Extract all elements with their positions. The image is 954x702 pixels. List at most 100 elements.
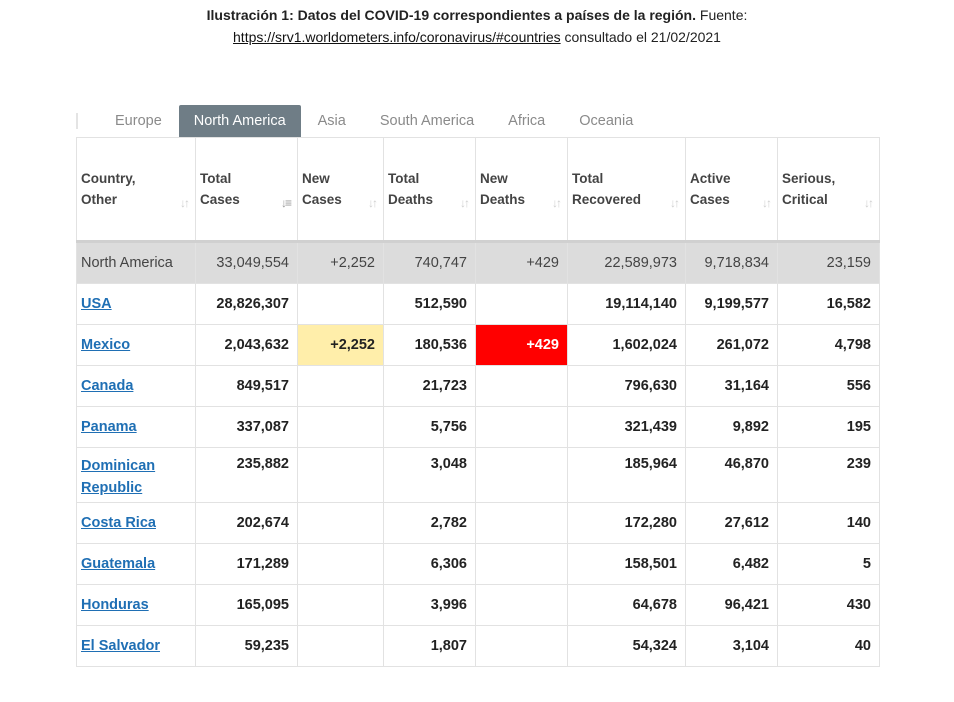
country-cell: Honduras (76, 584, 196, 626)
table-row: Costa Rica 202,674 2,782 172,280 27,612 … (76, 502, 880, 544)
country-cell: Costa Rica (76, 502, 196, 544)
region-tabs: Europe North America Asia South America … (76, 105, 650, 137)
country-link[interactable]: Mexico (81, 337, 130, 353)
country-link[interactable]: Dominican Republic (81, 458, 155, 496)
tab-africa[interactable]: Africa (491, 105, 562, 137)
col-total-cases[interactable]: Total Cases ↓≡ (195, 137, 298, 243)
caption-source-label: Fuente: (699, 7, 748, 23)
sort-arrows-icon[interactable]: ↓↑ (552, 193, 562, 214)
total-row: North America 33,049,554 +2,252 740,747 … (76, 241, 880, 284)
table-header-row: Country, Other ↓↑ Total Cases ↓≡ New Cases ↓↑ … (76, 137, 880, 243)
col-total-recovered[interactable]: Total Recovered ↓↑ (567, 137, 686, 243)
table-cell: 140 (777, 502, 880, 544)
sort-arrows-icon[interactable]: ↓↑ (180, 193, 190, 214)
sort-arrows-icon[interactable]: ↓↑ (864, 193, 874, 214)
col-serious-critical[interactable]: Serious, Critical ↓↑ (777, 137, 880, 243)
table-cell: 202,674 (195, 502, 298, 544)
col-country[interactable]: Country, Other ↓↑ (76, 137, 196, 243)
table-cell: 54,324 (567, 625, 686, 667)
table-row: Canada 849,517 21,723 796,630 31,164 556 (76, 365, 880, 407)
table-cell (297, 283, 384, 325)
total-cell: +429 (475, 241, 568, 284)
tab-asia[interactable]: Asia (301, 105, 363, 137)
tab-europe[interactable]: Europe (98, 105, 179, 137)
tab-oceania[interactable]: Oceania (562, 105, 650, 137)
country-cell: Panama (76, 406, 196, 448)
source-url[interactable]: https://srv1.worldometers.info/coronavir… (233, 29, 561, 45)
table-cell (297, 502, 384, 544)
table-cell: 19,114,140 (567, 283, 686, 325)
table-cell: 556 (777, 365, 880, 407)
sort-arrows-icon[interactable]: ↓↑ (762, 193, 772, 214)
country-link[interactable]: Costa Rica (81, 515, 156, 531)
table-row: Mexico 2,043,632 +2,252 180,536 +429 1,6… (76, 324, 880, 366)
table-cell: 6,482 (685, 543, 778, 585)
country-link[interactable]: El Salvador (81, 638, 160, 654)
table-row: Honduras 165,095 3,996 64,678 96,421 430 (76, 584, 880, 626)
country-link[interactable]: Honduras (81, 597, 149, 613)
table-cell: 4,798 (777, 324, 880, 366)
sort-arrows-icon[interactable]: ↓↑ (368, 193, 378, 214)
table-cell: 27,612 (685, 502, 778, 544)
caption-title-line: Ilustración 1: Datos del COVID-19 corres… (0, 7, 954, 23)
table-row: Panama 337,087 5,756 321,439 9,892 195 (76, 406, 880, 448)
table-cell: 158,501 (567, 543, 686, 585)
table-cell: 261,072 (685, 324, 778, 366)
col-total-deaths[interactable]: Total Deaths ↓↑ (383, 137, 476, 243)
table-cell (475, 447, 568, 503)
table-row: Dominican Republic 235,882 3,048 185,964… (76, 447, 880, 503)
table-cell: 185,964 (567, 447, 686, 503)
country-link[interactable]: Guatemala (81, 556, 155, 572)
table-cell: 171,289 (195, 543, 298, 585)
table-cell: 5,756 (383, 406, 476, 448)
table-cell: 235,882 (195, 447, 298, 503)
table-cell: 2,782 (383, 502, 476, 544)
table-cell: 6,306 (383, 543, 476, 585)
table-cell: 165,095 (195, 584, 298, 626)
table-cell: 59,235 (195, 625, 298, 667)
table-cell (297, 406, 384, 448)
col-active-cases[interactable]: Active Cases ↓↑ (685, 137, 778, 243)
country-cell: El Salvador (76, 625, 196, 667)
table-cell: 16,582 (777, 283, 880, 325)
caption-consulted: consultado el 21/02/2021 (564, 29, 721, 45)
caption-source-line: https://srv1.worldometers.info/coronavir… (0, 29, 954, 45)
tab-south-america[interactable]: South America (363, 105, 491, 137)
table-cell (297, 543, 384, 585)
table-cell (475, 406, 568, 448)
table-cell: 28,826,307 (195, 283, 298, 325)
table-cell: 239 (777, 447, 880, 503)
col-new-cases[interactable]: New Cases ↓↑ (297, 137, 384, 243)
sort-desc-icon[interactable]: ↓≡ (281, 193, 292, 214)
table-cell (475, 365, 568, 407)
table-cell (475, 283, 568, 325)
table-cell (297, 447, 384, 503)
table-cell: 96,421 (685, 584, 778, 626)
country-link[interactable]: USA (81, 296, 112, 312)
total-cell: 33,049,554 (195, 241, 298, 284)
total-cell: 22,589,973 (567, 241, 686, 284)
table-cell: 2,043,632 (195, 324, 298, 366)
table-cell: 195 (777, 406, 880, 448)
table-cell: 337,087 (195, 406, 298, 448)
table-cell (475, 502, 568, 544)
table-cell: 849,517 (195, 365, 298, 407)
country-cell: Guatemala (76, 543, 196, 585)
table-cell: 1,807 (383, 625, 476, 667)
total-cell: North America (76, 241, 196, 284)
tab-north-america[interactable]: North America (178, 105, 301, 137)
table-cell: 512,590 (383, 283, 476, 325)
table-cell: 3,996 (383, 584, 476, 626)
new-cases-highlight-cell: +2,252 (297, 324, 384, 366)
country-link[interactable]: Panama (81, 419, 137, 435)
sort-arrows-icon[interactable]: ↓↑ (670, 193, 680, 214)
table-cell (475, 584, 568, 626)
table-cell (475, 625, 568, 667)
country-link[interactable]: Canada (81, 378, 133, 394)
sort-arrows-icon[interactable]: ↓↑ (460, 193, 470, 214)
table-cell: 64,678 (567, 584, 686, 626)
col-new-deaths[interactable]: New Deaths ↓↑ (475, 137, 568, 243)
table-cell (297, 625, 384, 667)
table-cell: 430 (777, 584, 880, 626)
table-cell (475, 543, 568, 585)
